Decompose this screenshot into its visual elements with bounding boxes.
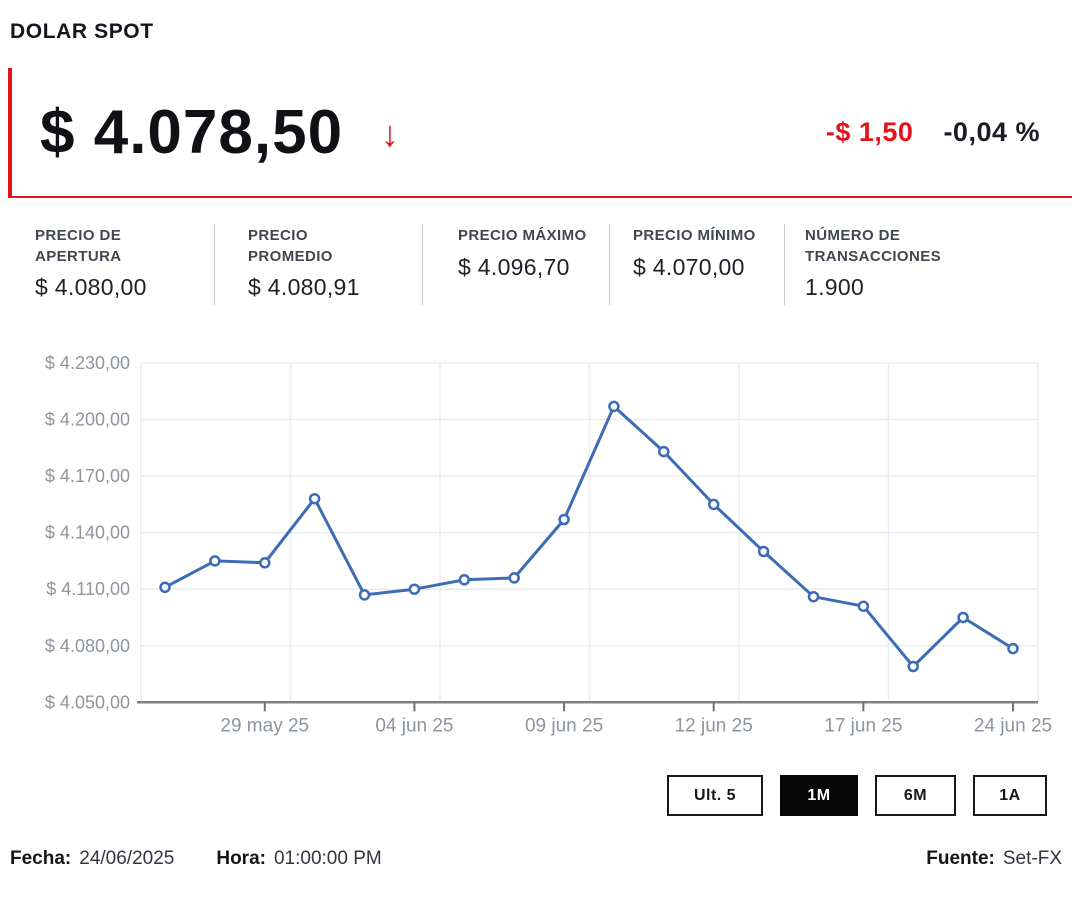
data-point-marker (159, 581, 171, 594)
stat-label-line: PRECIO DE (35, 227, 122, 244)
data-point-marker (408, 583, 421, 596)
footer: Fecha: 24/06/2025 Hora: 01:00:00 PM Fuen… (10, 848, 1062, 870)
data-point-marker (857, 600, 870, 613)
range-button-6m[interactable]: 6M (875, 775, 956, 817)
stat-label-line: APERTURA (35, 247, 122, 265)
stat-precio-promedio: PRECIO PROMEDIO $ 4.080,91 (215, 224, 423, 306)
stat-precio-maximo: PRECIO MÁXIMO $ 4.096,70 (423, 224, 610, 306)
data-point-marker (1007, 643, 1019, 655)
range-button-1a[interactable]: 1A (973, 775, 1047, 817)
stat-value: $ 4.096,70 (458, 253, 570, 280)
data-point-marker (558, 514, 570, 526)
down-arrow-icon: ↓ (381, 113, 400, 154)
stat-label-line: PRECIO (248, 227, 308, 244)
stat-label: PRECIO MÍNIMO (633, 226, 784, 247)
stat-precio-minimo: PRECIO MÍNIMO $ 4.070,00 (610, 224, 785, 306)
range-button-1m[interactable]: 1M (780, 775, 858, 817)
hora-label: Hora: (216, 848, 266, 870)
stat-label-line: PROMEDIO (248, 247, 333, 265)
fecha-label: Fecha: (10, 848, 72, 870)
stat-value: $ 4.080,00 (35, 274, 147, 301)
data-point-marker (907, 661, 919, 673)
x-axis-label: 17 jun 25 (824, 716, 902, 737)
data-point-marker (209, 555, 221, 568)
data-point-marker (508, 572, 520, 585)
y-axis-label: $ 4.080,00 (45, 636, 130, 656)
stat-label-line: PRECIO MÍNIMO (633, 227, 756, 244)
data-point-marker (807, 591, 820, 603)
data-point-marker (707, 499, 720, 511)
data-point-marker (358, 589, 371, 602)
page-title: DOLAR SPOT (10, 20, 154, 43)
y-axis-label: $ 4.050,00 (45, 693, 130, 713)
data-point-marker (608, 401, 620, 413)
stat-label-line: PRECIO MÁXIMO (458, 227, 587, 244)
fuente-value: Set-FX (1002, 848, 1062, 870)
hora-value: 01:00:00 PM (273, 848, 382, 870)
fuente-label: Fuente: (926, 848, 995, 870)
stat-label: PRECIO DE APERTURA (35, 226, 214, 267)
price-change-absolute: -$ 1,50 (825, 116, 914, 147)
price-chart-svg: $ 4.230,00 $ 4.200,00 $ 4.170,00 $ 4.140,00… (45, 353, 1052, 737)
x-axis-label: 12 jun 25 (675, 716, 753, 737)
price-change-percent: -0,04 % (943, 116, 1040, 147)
y-axis-label: $ 4.200,00 (45, 410, 130, 430)
y-axis-label: $ 4.110,00 (46, 580, 130, 600)
data-point-marker (757, 546, 770, 558)
stat-label-line: NÚMERO DE (805, 227, 901, 244)
current-price: $ 4.078,50 (40, 97, 344, 167)
stat-numero-transacciones: NÚMERO DE TRANSACCIONES 1.900 (785, 224, 1072, 305)
y-axis-label: $ 4.230,00 (45, 353, 130, 373)
x-axis-label: 29 may 25 (220, 716, 309, 737)
data-point-marker (957, 612, 969, 624)
y-axis-label: $ 4.140,00 (45, 523, 130, 543)
data-point-marker (259, 557, 271, 569)
current-price-panel: $ 4.078,50 ↓ -$ 1,50 -0,04 % (8, 68, 1072, 198)
stat-value: 1.900 (805, 274, 865, 301)
x-axis-label: 24 jun 25 (974, 716, 1052, 737)
data-point-marker (458, 574, 471, 586)
x-axis-label: 04 jun 25 (375, 716, 453, 737)
stat-value: $ 4.080,91 (248, 274, 360, 301)
stats-row: PRECIO DE APERTURA $ 4.080,00 PRECIO PRO… (8, 224, 1072, 306)
data-point-marker (308, 493, 321, 505)
stat-label: PRECIO MÁXIMO (458, 226, 609, 247)
range-selector: Ult. 5 1M 6M 1A (0, 775, 1047, 817)
stat-value: $ 4.070,00 (633, 253, 745, 280)
range-button-ult5[interactable]: Ult. 5 (667, 775, 763, 817)
stat-label: PRECIO PROMEDIO (248, 226, 422, 267)
stat-precio-apertura: PRECIO DE APERTURA $ 4.080,00 (8, 224, 215, 306)
y-axis-label: $ 4.170,00 (45, 466, 130, 486)
x-axis-label: 09 jun 25 (525, 716, 603, 737)
price-chart: $ 4.230,00 $ 4.200,00 $ 4.170,00 $ 4.140,00… (0, 335, 1080, 760)
data-point-marker (658, 446, 670, 458)
stat-label: NÚMERO DE TRANSACCIONES (805, 226, 1072, 267)
fecha-value: 24/06/2025 (79, 848, 175, 870)
stat-label-line: TRANSACCIONES (805, 247, 942, 265)
